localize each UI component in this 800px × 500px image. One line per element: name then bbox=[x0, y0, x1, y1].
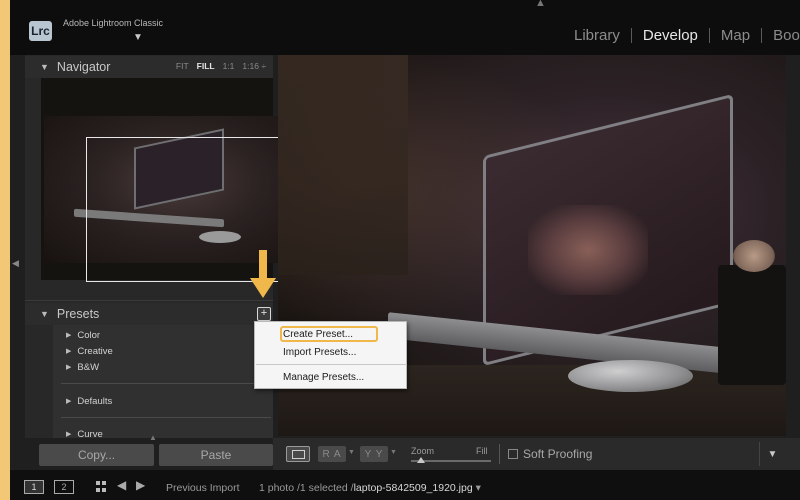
chevron-down-icon[interactable]: ▼ bbox=[390, 449, 397, 456]
lrc-logo: Lrc bbox=[29, 21, 52, 41]
left-panel: ▼ Navigator FIT FILL 1:1 1:16 ÷ ▼ Preset… bbox=[25, 55, 286, 470]
filename: laptop-5842509_1920.jpg bbox=[353, 482, 473, 494]
module-picker: Library Develop Map Boo bbox=[563, 27, 800, 44]
before-after-split-button[interactable]: Y Y bbox=[360, 446, 388, 462]
zoom-slider-knob[interactable] bbox=[417, 457, 425, 463]
expand-triangle-icon: ▶ bbox=[66, 332, 72, 339]
soft-proofing-label: Soft Proofing bbox=[523, 447, 593, 461]
collapse-triangle-icon[interactable]: ▼ bbox=[40, 62, 49, 72]
develop-toolbar: R A ▼ Y Y ▼ Zoom Fill Soft Proofing ▼ bbox=[273, 438, 800, 470]
manage-presets-menu-item[interactable]: Manage Presets... bbox=[283, 372, 364, 383]
annotation-arrow-icon bbox=[250, 250, 276, 298]
primary-display-button[interactable]: 1 bbox=[24, 480, 44, 494]
filmstrip-count: 1 photo /1 selected /laptop-5842509_1920… bbox=[259, 482, 481, 494]
collapse-triangle-icon[interactable]: ▼ bbox=[40, 309, 49, 319]
zoom-fill[interactable]: FILL bbox=[197, 61, 215, 71]
preset-group-creative[interactable]: ▶ Creative bbox=[53, 343, 113, 359]
chevron-down-icon[interactable]: ▾ bbox=[476, 482, 481, 494]
preset-group-color[interactable]: ▶ Color bbox=[53, 327, 100, 343]
expand-triangle-icon: ▶ bbox=[66, 431, 72, 438]
lightroom-window: Lrc Adobe Lightroom Classic ▼ ▲ Library … bbox=[10, 0, 800, 500]
create-preset-menu-item[interactable]: Create Preset... bbox=[283, 329, 353, 340]
loupe-view-button[interactable] bbox=[286, 446, 310, 462]
zoom-fit[interactable]: FIT bbox=[176, 61, 189, 71]
selection-count: 1 photo /1 selected / bbox=[259, 482, 354, 494]
copy-paste-bar: Copy... Paste bbox=[25, 438, 273, 470]
module-library[interactable]: Library bbox=[563, 27, 631, 44]
expand-triangle-icon: ▶ bbox=[66, 364, 72, 371]
module-book[interactable]: Boo bbox=[762, 27, 800, 44]
preset-group-defaults[interactable]: ▶ Defaults bbox=[53, 393, 112, 409]
copy-button[interactable]: Copy... bbox=[39, 444, 154, 466]
zoom-value: Fill bbox=[476, 446, 488, 456]
filmstrip-bar: 1 2 ◀ ▶ Previous Import 1 photo /1 selec… bbox=[10, 470, 800, 500]
back-arrow-icon[interactable]: ◀ bbox=[117, 478, 126, 492]
top-bar: Lrc Adobe Lightroom Classic ▼ ▲ Library … bbox=[10, 0, 800, 55]
before-after-button[interactable]: R A bbox=[318, 446, 346, 462]
navigator-zoom-options: FIT FILL 1:1 1:16 ÷ bbox=[176, 61, 266, 71]
expand-triangle-icon: ▶ bbox=[66, 398, 72, 405]
navigator-preview[interactable] bbox=[41, 78, 286, 282]
identity-caret-icon[interactable]: ▼ bbox=[133, 32, 143, 43]
zoom-1-1[interactable]: 1:1 bbox=[223, 61, 235, 71]
chevron-down-icon[interactable]: ▼ bbox=[348, 449, 355, 456]
zoom-label: Zoom bbox=[411, 446, 435, 456]
top-panel-caret-icon[interactable]: ▲ bbox=[535, 0, 546, 9]
filmstrip-toggle-icon[interactable]: ▲ bbox=[149, 433, 157, 442]
preset-group-bw[interactable]: ▶ B&W bbox=[53, 359, 99, 375]
expand-triangle-icon: ▶ bbox=[66, 348, 72, 355]
module-develop[interactable]: Develop bbox=[632, 27, 709, 44]
app-name: Adobe Lightroom Classic bbox=[63, 18, 164, 28]
left-panel-collapse-icon[interactable]: ◀ bbox=[12, 258, 19, 269]
zoom-1-16[interactable]: 1:16 ÷ bbox=[242, 61, 266, 71]
navigator-title: Navigator bbox=[56, 60, 111, 74]
preset-context-menu: Create Preset... Import Presets... Manag… bbox=[254, 321, 407, 389]
soft-proofing-checkbox[interactable] bbox=[508, 449, 518, 459]
navigator-header[interactable]: ▼ Navigator FIT FILL 1:1 1:16 ÷ bbox=[25, 56, 273, 78]
filmstrip-source[interactable]: Previous Import bbox=[166, 482, 240, 494]
module-map[interactable]: Map bbox=[710, 27, 761, 44]
forward-arrow-icon[interactable]: ▶ bbox=[136, 478, 145, 492]
add-preset-button[interactable]: + bbox=[257, 307, 271, 321]
secondary-display-button[interactable]: 2 bbox=[54, 480, 74, 494]
import-presets-menu-item[interactable]: Import Presets... bbox=[283, 347, 356, 358]
grid-view-icon[interactable] bbox=[96, 481, 107, 492]
presets-header[interactable]: ▼ Presets bbox=[25, 303, 273, 325]
toolbar-content-menu-icon[interactable]: ▼ bbox=[759, 442, 785, 466]
presets-title: Presets bbox=[56, 307, 100, 321]
paste-button[interactable]: Paste bbox=[159, 444, 273, 466]
